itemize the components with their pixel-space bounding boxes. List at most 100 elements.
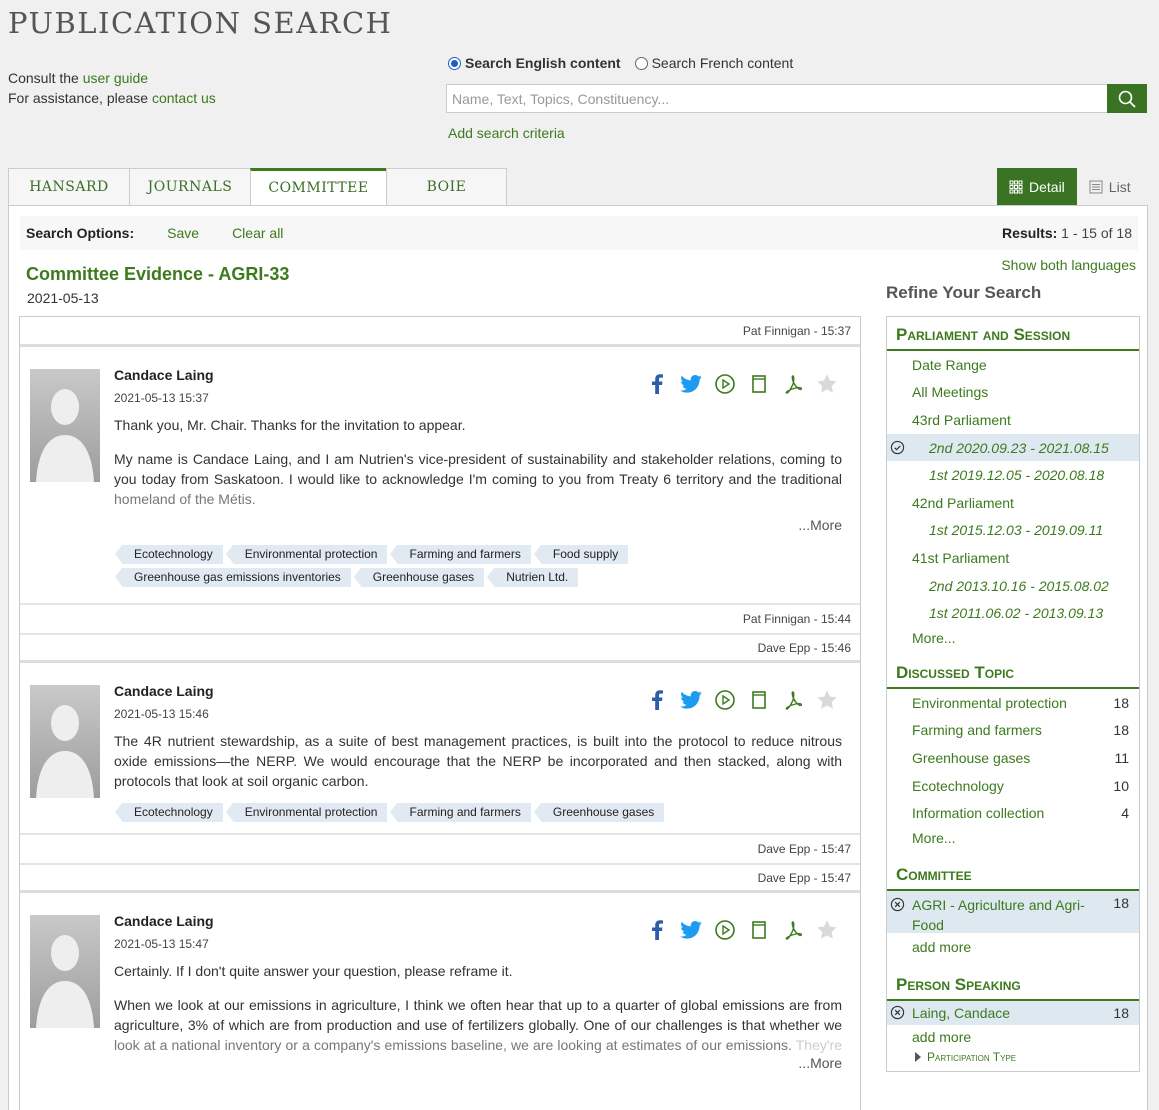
evidence-date: 2021-05-13 [27, 290, 99, 306]
twitter-icon[interactable] [680, 689, 702, 711]
intervention-text: Thank you, Mr. Chair. Thanks for the inv… [114, 417, 842, 507]
evidence-title[interactable]: Committee Evidence - AGRI-33 [26, 264, 289, 285]
facet-item[interactable]: Information collection 4 [887, 799, 1139, 827]
facet-item[interactable]: 1st 2015.12.03 - 2019.09.11 [887, 517, 1139, 545]
search-button[interactable] [1107, 84, 1147, 113]
remove-circle-icon [890, 1005, 905, 1019]
tab-committee[interactable]: COMMITTEE [250, 168, 386, 206]
facet-item[interactable]: Ecotechnology 10 [887, 772, 1139, 800]
refine-sidebar: Refine Your Search Parliament and Sessio… [886, 283, 1140, 1072]
list-view-button[interactable]: List [1076, 168, 1143, 206]
play-video-icon[interactable] [714, 689, 736, 711]
detail-view-button[interactable]: Detail [997, 168, 1077, 206]
view-toggle: Detail List [997, 168, 1143, 206]
more-link[interactable]: ...More [114, 1055, 842, 1071]
facet-item[interactable]: Farming and farmers 18 [887, 717, 1139, 745]
facet-item[interactable]: 41st Parliament [887, 544, 1139, 572]
caret-right-icon [915, 1051, 921, 1062]
refine-box: Parliament and Session Date Range All Me… [886, 316, 1140, 1072]
show-both-languages-link[interactable]: Show both languages [1001, 257, 1136, 273]
action-icons [646, 689, 838, 711]
topic-tags: Ecotechnology Environmental protection F… [114, 803, 842, 822]
remove-circle-icon [890, 897, 905, 912]
timestamp[interactable]: Dave Epp - 15:47 [20, 833, 860, 863]
add-more-link[interactable]: add more [887, 933, 1139, 961]
user-guide-link[interactable]: user guide [83, 70, 148, 86]
topic-tag[interactable]: Ecotechnology [115, 803, 223, 822]
intervention-text: The 4R nutrient stewardship, as a suite … [114, 733, 842, 789]
facet-item[interactable]: All Meetings [887, 379, 1139, 407]
help-text: Consult the user guide For assistance, p… [8, 70, 216, 106]
star-icon[interactable] [816, 373, 838, 395]
facet-item-selected[interactable]: AGRI - Agriculture and Agri-Food 18 [887, 890, 1139, 933]
facet-more-link[interactable]: More... [887, 827, 1139, 849]
play-video-icon[interactable] [714, 919, 736, 941]
add-more-link[interactable]: add more [887, 1025, 1139, 1049]
facet-item[interactable]: 1st 2011.06.02 - 2013.09.13 [887, 599, 1139, 627]
page-title: PUBLICATION SEARCH [8, 6, 393, 40]
clear-all-link[interactable]: Clear all [232, 225, 283, 241]
document-icon[interactable] [748, 689, 770, 711]
document-icon[interactable] [748, 919, 770, 941]
topic-tag[interactable]: Environmental protection [225, 545, 388, 564]
facet-item[interactable]: Greenhouse gases 11 [887, 744, 1139, 772]
topic-tag[interactable]: Greenhouse gas emissions inventories [115, 568, 351, 587]
topic-tag[interactable]: Nutrien Ltd. [487, 568, 579, 587]
results-count: Results: 1 - 15 of 18 [1002, 225, 1132, 241]
topic-tag[interactable]: Greenhouse gases [533, 803, 665, 822]
facet-item[interactable]: Environmental protection 18 [887, 689, 1139, 717]
twitter-icon[interactable] [680, 373, 702, 395]
topic-tag[interactable]: Food supply [533, 545, 629, 564]
facet-item[interactable]: 2nd 2013.10.16 - 2015.08.02 [887, 572, 1139, 600]
facebook-icon[interactable] [646, 919, 668, 941]
topic-tags: Ecotechnology Environmental protection F… [114, 545, 842, 587]
play-video-icon[interactable] [714, 373, 736, 395]
timestamp[interactable]: Pat Finnigan - 15:37 [20, 317, 860, 347]
topic-tag[interactable]: Ecotechnology [115, 545, 223, 564]
intervention-text: Certainly. If I don't quite answer your … [114, 963, 842, 1053]
twitter-icon[interactable] [680, 919, 702, 941]
check-circle-icon [890, 440, 905, 454]
refine-heading: Refine Your Search [886, 283, 1042, 302]
contact-us-link[interactable]: contact us [152, 90, 216, 106]
grid-icon [1009, 180, 1023, 194]
facet-item[interactable]: 43rd Parliament [887, 406, 1139, 434]
facet-item[interactable]: Date Range [887, 351, 1139, 379]
tab-boie[interactable]: BOIE [386, 168, 507, 206]
topic-tag[interactable]: Environmental protection [225, 803, 388, 822]
search-icon [1118, 90, 1136, 108]
tab-journals[interactable]: JOURNALS [129, 168, 250, 206]
pdf-icon[interactable] [782, 919, 804, 941]
action-icons [646, 919, 838, 941]
topic-tag[interactable]: Greenhouse gases [353, 568, 485, 587]
tab-hansard[interactable]: HANSARD [8, 168, 129, 206]
timestamp[interactable]: Pat Finnigan - 15:44 [20, 603, 860, 633]
intervention-card: Candace Laing 2021-05-13 15:46 The 4R nu… [20, 663, 860, 833]
facet-item-selected[interactable]: Laing, Candace 18 [887, 1000, 1139, 1025]
facet-item[interactable]: 1st 2019.12.05 - 2020.08.18 [887, 461, 1139, 489]
facet-more-link[interactable]: More... [887, 627, 1139, 649]
facebook-icon[interactable] [646, 689, 668, 711]
star-icon[interactable] [816, 689, 838, 711]
facet-item-selected[interactable]: 2nd 2020.09.23 - 2021.08.15 [887, 433, 1139, 462]
pdf-icon[interactable] [782, 373, 804, 395]
participation-type-toggle[interactable]: Participation Type [887, 1049, 1139, 1065]
timestamp[interactable]: Dave Epp - 15:47 [20, 863, 860, 893]
search-input[interactable]: Name, Text, Topics, Constituency... [446, 84, 1108, 113]
save-link[interactable]: Save [167, 225, 199, 241]
language-radios: Search English content Search French con… [448, 55, 793, 71]
document-icon[interactable] [748, 373, 770, 395]
facet-item[interactable]: 42nd Parliament [887, 489, 1139, 517]
facet-person-title: Person Speaking [887, 967, 1139, 1001]
topic-tag[interactable]: Farming and farmers [390, 545, 531, 564]
more-link[interactable]: ...More [114, 517, 842, 533]
search-french-radio[interactable]: Search French content [634, 55, 793, 71]
facebook-icon[interactable] [646, 373, 668, 395]
search-english-radio[interactable]: Search English content [448, 55, 621, 71]
topic-tag[interactable]: Farming and farmers [390, 803, 531, 822]
results-panel: Search Options: Save Clear all Results: … [8, 205, 1148, 1110]
pdf-icon[interactable] [782, 689, 804, 711]
add-search-criteria-link[interactable]: Add search criteria [448, 125, 565, 141]
timestamp[interactable]: Dave Epp - 15:46 [20, 633, 860, 663]
star-icon[interactable] [816, 919, 838, 941]
